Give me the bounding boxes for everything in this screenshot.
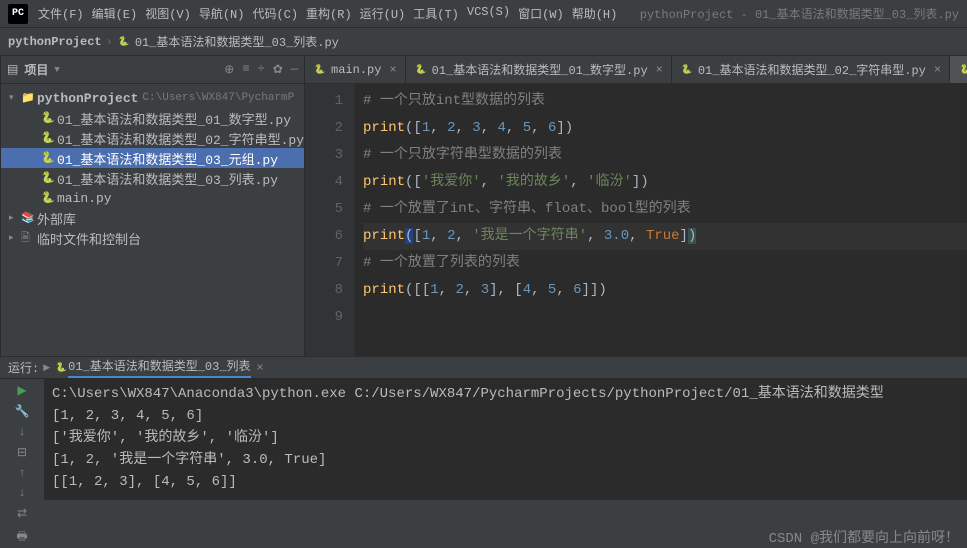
hide-icon[interactable]: — (291, 62, 298, 77)
python-file-icon: 🐍 (958, 63, 967, 77)
tab-file[interactable]: 🐍01_基本语法和数据类型_01_数字型.py× (406, 56, 672, 83)
line-numbers: 123456789 (305, 84, 355, 356)
menu-file[interactable]: 文件(F) (38, 5, 84, 22)
tree-file[interactable]: 🐍01_基本语法和数据类型_03_列表.py (1, 168, 304, 188)
run-icon[interactable]: ▶ (17, 383, 26, 398)
breadcrumb-file[interactable]: 🐍01_基本语法和数据类型_03_列表.py (117, 33, 339, 50)
watermark: CSDN @我们都要向上向前呀！ (769, 528, 959, 548)
run-panel: 运行: ▶ 🐍 01_基本语法和数据类型_03_列表 × ▶ 🔧 ↓ ⊟ ↑ ↓… (0, 356, 967, 500)
close-icon[interactable]: × (257, 361, 264, 375)
project-panel-title: 项目 (24, 61, 48, 78)
menu-tools[interactable]: 工具(T) (413, 5, 459, 22)
menu-view[interactable]: 视图(V) (145, 5, 191, 22)
app-logo: PC (8, 4, 28, 24)
menu-code[interactable]: 代码(C) (252, 5, 298, 22)
python-file-icon: 🐍 (680, 63, 694, 77)
editor-tabs: 🐍main.py× 🐍01_基本语法和数据类型_01_数字型.py× 🐍01_基… (305, 56, 967, 84)
menu-refactor[interactable]: 重构(R) (306, 5, 352, 22)
stop-icon[interactable]: ↓ (18, 425, 25, 439)
tree-file[interactable]: 🐍01_基本语法和数据类型_01_数字型.py (1, 108, 304, 128)
menu-window[interactable]: 窗口(W) (518, 5, 564, 22)
settings-icon[interactable]: ✿ (273, 62, 283, 77)
breadcrumb-project[interactable]: pythonProject (8, 35, 102, 49)
pin-icon[interactable]: ⊟ (17, 445, 27, 460)
python-file-icon: 🐍 (54, 361, 68, 375)
tree-file[interactable]: 🐍01_基本语法和数据类型_02_字符串型.py (1, 128, 304, 148)
run-toolbar: ▶ 🔧 ↓ ⊟ ↑ ↓ ⇄ 🖶 (0, 379, 44, 548)
tree-file[interactable]: 🐍main.py (1, 188, 304, 208)
run-label: 运行: (8, 359, 39, 376)
main-menu: 文件(F) 编辑(E) 视图(V) 导航(N) 代码(C) 重构(R) 运行(U… (38, 5, 617, 22)
menu-help[interactable]: 帮助(H) (572, 5, 618, 22)
project-panel: ▤ 项目 ▼ ⊕ ≡ ÷ ✿ — ▾📁pythonProjectC:\Users… (1, 56, 305, 356)
edit-config-icon[interactable]: 🔧 (15, 404, 30, 419)
tab-active[interactable]: 🐍01_基 (950, 56, 967, 83)
print-icon[interactable]: 🖶 (16, 527, 27, 548)
source-code[interactable]: # 一个只放int型数据的列表 print([1, 2, 3, 4, 5, 6]… (355, 84, 967, 356)
up-arrow-icon[interactable]: ↑ (18, 466, 25, 480)
menu-edit[interactable]: 编辑(E) (92, 5, 138, 22)
wrap-icon[interactable]: ⇄ (17, 506, 27, 521)
dropdown-icon[interactable]: ▼ (54, 65, 59, 75)
select-opened-icon[interactable]: ≡ (242, 62, 249, 77)
editor: 🐍main.py× 🐍01_基本语法和数据类型_01_数字型.py× 🐍01_基… (305, 56, 967, 356)
menu-navigate[interactable]: 导航(N) (199, 5, 245, 22)
menu-vcs[interactable]: VCS(S) (467, 5, 510, 22)
window-title: pythonProject - 01_基本语法和数据类型_03_列表.py (640, 5, 959, 22)
expand-icon[interactable]: ÷ (258, 62, 265, 77)
run-tab[interactable]: 01_基本语法和数据类型_03_列表 (68, 357, 250, 378)
chevron-right-icon: › (106, 35, 113, 49)
project-panel-header: ▤ 项目 ▼ ⊕ ≡ ÷ ✿ — (1, 56, 304, 84)
tab-file[interactable]: 🐍01_基本语法和数据类型_02_字符串型.py× (672, 56, 950, 83)
close-icon[interactable]: × (934, 63, 941, 77)
breadcrumb: pythonProject › 🐍01_基本语法和数据类型_03_列表.py (0, 28, 967, 56)
code-area[interactable]: 123456789 # 一个只放int型数据的列表 print([1, 2, 3… (305, 84, 967, 356)
tree-file-selected[interactable]: 🐍01_基本语法和数据类型_03_元组.py (1, 148, 304, 168)
down-arrow-icon[interactable]: ↓ (18, 486, 25, 500)
python-file-icon: 🐍 (313, 63, 327, 77)
close-icon[interactable]: × (656, 63, 663, 77)
tab-main[interactable]: 🐍main.py× (305, 56, 406, 83)
python-file-icon: 🐍 (414, 63, 428, 77)
chevron-right-icon: ▶ (43, 363, 50, 373)
run-output[interactable]: C:\Users\WX847\Anaconda3\python.exe C:/U… (44, 379, 967, 548)
tree-external-libs[interactable]: ▸📚外部库 (1, 208, 304, 228)
close-icon[interactable]: × (389, 63, 396, 77)
project-tree: ▾📁pythonProjectC:\Users\WX847\PycharmP 🐍… (1, 84, 304, 252)
tree-project-root[interactable]: ▾📁pythonProjectC:\Users\WX847\PycharmP (1, 88, 304, 108)
menu-run[interactable]: 运行(U) (360, 5, 406, 22)
python-file-icon: 🐍 (117, 35, 131, 49)
titlebar: PC 文件(F) 编辑(E) 视图(V) 导航(N) 代码(C) 重构(R) 运… (0, 0, 967, 28)
tree-scratches[interactable]: ▸🗎临时文件和控制台 (1, 228, 304, 248)
run-header: 运行: ▶ 🐍 01_基本语法和数据类型_03_列表 × (0, 357, 967, 379)
collapse-icon[interactable]: ⊕ (224, 62, 234, 77)
project-icon: ▤ (7, 62, 18, 77)
